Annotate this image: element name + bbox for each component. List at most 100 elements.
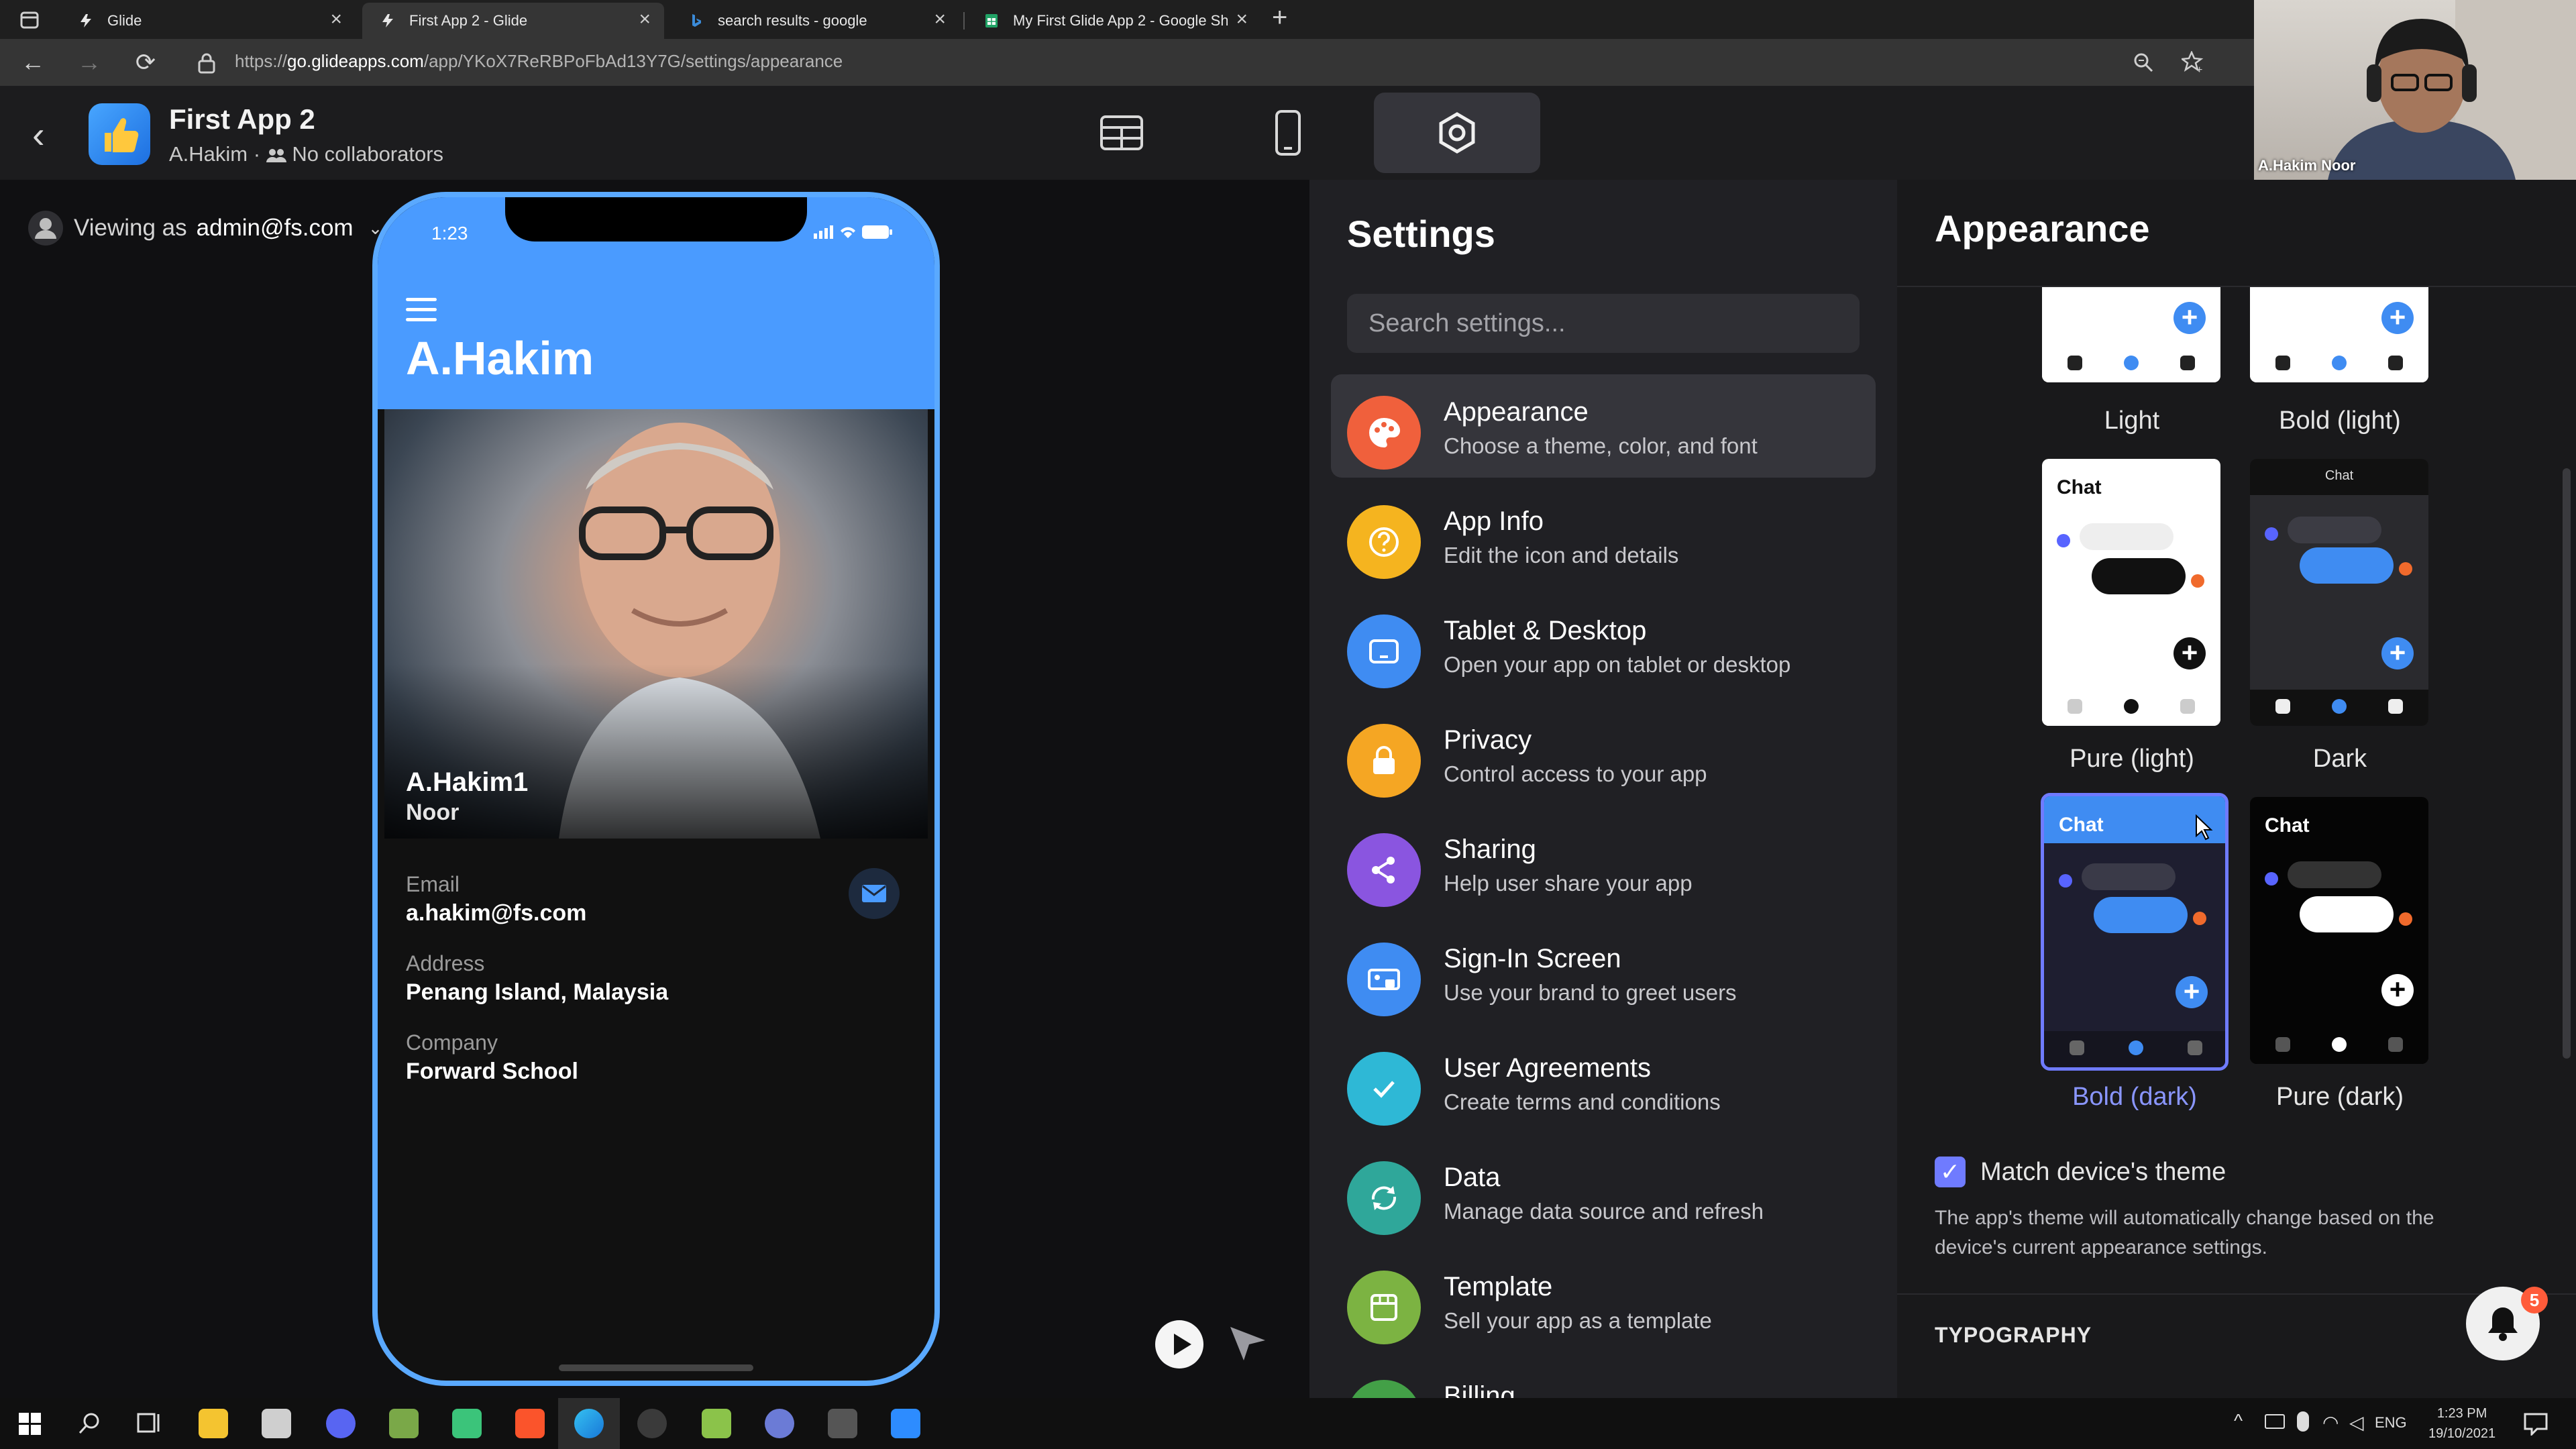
theme-dark-card[interactable]: Chat + [2250,459,2428,726]
close-tab-icon[interactable]: × [1236,8,1248,31]
zoom-icon[interactable] [2133,52,2153,72]
settings-item-data[interactable]: Data Manage data source and refresh [1331,1140,1876,1243]
hamburger-menu-icon[interactable] [406,298,437,328]
data-editor-button[interactable] [1038,93,1205,173]
settings-item-sharing[interactable]: Sharing Help user share your app [1331,812,1876,915]
match-device-theme-checkbox[interactable]: ✓ [1935,1157,1966,1187]
task-view-icon[interactable] [137,1411,162,1436]
new-tab-button[interactable]: + [1272,3,1287,33]
lock-icon[interactable] [197,52,216,74]
close-tab-icon[interactable]: × [330,8,342,31]
appearance-panel: Appearance + Light + Bold (light) Chat +… [1897,180,2576,1398]
people-icon [266,148,286,162]
theme-pure-dark-card[interactable]: Chat + [2250,797,2428,1064]
settings-item-privacy[interactable]: Privacy Control access to your app [1331,702,1876,806]
minecraft-icon[interactable] [389,1409,419,1438]
file-explorer-icon[interactable] [199,1409,228,1438]
match-device-theme-label[interactable]: Match device's theme [1980,1158,2226,1187]
search-settings-input[interactable] [1347,294,1860,353]
brave-browser-icon[interactable] [515,1409,545,1438]
reload-icon[interactable]: ⟳ [131,48,160,76]
url-path: /app/YKoX7ReRBPoFbAd13Y7G/settings/appea… [423,51,843,71]
settings-item-description: Control access to your app [1444,761,1707,786]
theme-bold-light-card[interactable]: + [2250,287,2428,382]
theme-bold-light-label[interactable]: Bold (light) [2233,407,2447,435]
plus-icon: + [2176,976,2208,1008]
viewing-prefix: Viewing as [74,215,187,241]
phone-notch [505,197,807,241]
back-chevron-icon[interactable]: ‹ [32,113,45,156]
close-tab-icon[interactable]: × [934,8,946,31]
zoom-app-icon[interactable] [891,1409,920,1438]
settings-item-billing[interactable]: $ Billing [1331,1358,1876,1398]
phone-preview[interactable]: 1:23 A.Hakim A.Hakim1 Noor Email a.hakim… [372,192,940,1386]
messaging-app-icon[interactable] [452,1409,482,1438]
discord-icon[interactable] [326,1409,356,1438]
url-scheme: https:// [235,51,288,71]
tab-title: First App 2 - Glide [409,12,528,29]
back-arrow-icon[interactable]: ← [19,48,47,76]
unity-app-icon[interactable] [828,1409,857,1438]
tab-actions-icon[interactable] [20,11,39,30]
clock-time: 1:23 PM [2436,1406,2487,1421]
phone-icon [1275,110,1301,156]
theme-bold-dark-label[interactable]: Bold (dark) [2027,1083,2242,1112]
volume-icon[interactable]: ◁ [2349,1411,2364,1434]
glide-app-header: ‹ First App 2 A.Hakim · No collaborators [0,86,2576,180]
settings-item-template[interactable]: Template Sell your app as a template [1331,1249,1876,1352]
mail-icon [862,885,886,902]
close-tab-icon[interactable]: × [639,8,651,31]
settings-item-sign-in-screen[interactable]: Sign-In Screen Use your brand to greet us… [1331,921,1876,1024]
settings-item-app-info[interactable]: App Info Edit the icon and details [1331,484,1876,587]
settings-item-description: Use your brand to greet users [1444,980,1737,1005]
theme-light-label[interactable]: Light [2025,407,2239,435]
browser-tab-sheets[interactable]: My First Glide App 2 - Google Sh × [966,3,1261,39]
typography-heading: TYPOGRAPHY [1935,1323,2092,1347]
settings-item-appearance[interactable]: Appearance Choose a theme, color, and fon… [1331,374,1876,478]
system-clock[interactable]: 1:23 PM 19/10/2021 [2428,1403,2496,1444]
phone-screen-title: A.Hakim [406,332,594,384]
url-field[interactable]: https://go.glideapps.com/app/YKoX7ReRBPo… [235,51,843,72]
settings-tab-button[interactable] [1374,93,1540,173]
browser-tab-first-app[interactable]: First App 2 - Glide × [362,3,664,39]
forward-arrow-icon[interactable]: → [75,48,103,76]
input-language[interactable]: ENG [2375,1414,2407,1432]
email-action-button[interactable] [849,868,900,919]
vpn-app-icon[interactable] [765,1409,794,1438]
settings-item-description: Create terms and conditions [1444,1089,1721,1114]
app-logo[interactable] [89,103,150,165]
viewing-email: admin@fs.com [196,215,354,241]
microsoft-store-icon[interactable] [262,1409,291,1438]
settings-gear-icon[interactable] [637,1409,667,1438]
browser-tab-search[interactable]: search results - google × [671,3,959,39]
email-value[interactable]: a.hakim@fs.com [406,900,586,926]
settings-item-title: Appearance [1444,397,1589,427]
media-player-icon[interactable] [702,1409,731,1438]
windows-start-icon[interactable] [19,1413,42,1436]
browser-tab-glide[interactable]: Glide × [60,3,356,39]
settings-item-title: Template [1444,1272,1553,1301]
battery-icon[interactable] [2265,1414,2285,1429]
microphone-icon[interactable] [2297,1411,2309,1432]
cursor-pointer-icon[interactable] [1228,1323,1268,1363]
action-center-icon[interactable] [2524,1411,2548,1436]
layout-editor-button[interactable] [1205,93,1371,173]
edge-browser-icon[interactable] [574,1409,604,1438]
settings-item-user-agreements[interactable]: User Agreements Create terms and conditio… [1331,1030,1876,1134]
theme-pure-dark-label[interactable]: Pure (dark) [2233,1083,2447,1112]
tablet-icon [1347,614,1421,688]
play-icon [1174,1334,1191,1355]
section-divider [1897,1293,2576,1295]
wifi-icon[interactable]: ◠ [2322,1411,2339,1434]
favorite-star-icon[interactable]: + [2182,51,2204,74]
theme-pure-light-card[interactable]: Chat + [2042,459,2220,726]
tray-chevron-up-icon[interactable]: ^ [2234,1410,2243,1432]
theme-dark-label[interactable]: Dark [2233,745,2447,773]
settings-item-tablet-desktop[interactable]: Tablet & Desktop Open your app on tablet … [1331,593,1876,696]
search-icon[interactable] [78,1411,102,1436]
play-preview-button[interactable] [1155,1320,1203,1368]
theme-light-card[interactable]: + [2042,287,2220,382]
theme-pure-light-label[interactable]: Pure (light) [2025,745,2239,773]
appearance-scrollbar[interactable] [2563,468,2571,1059]
viewing-as-selector[interactable]: Viewing as admin@fs.com ⌄ [27,209,382,247]
